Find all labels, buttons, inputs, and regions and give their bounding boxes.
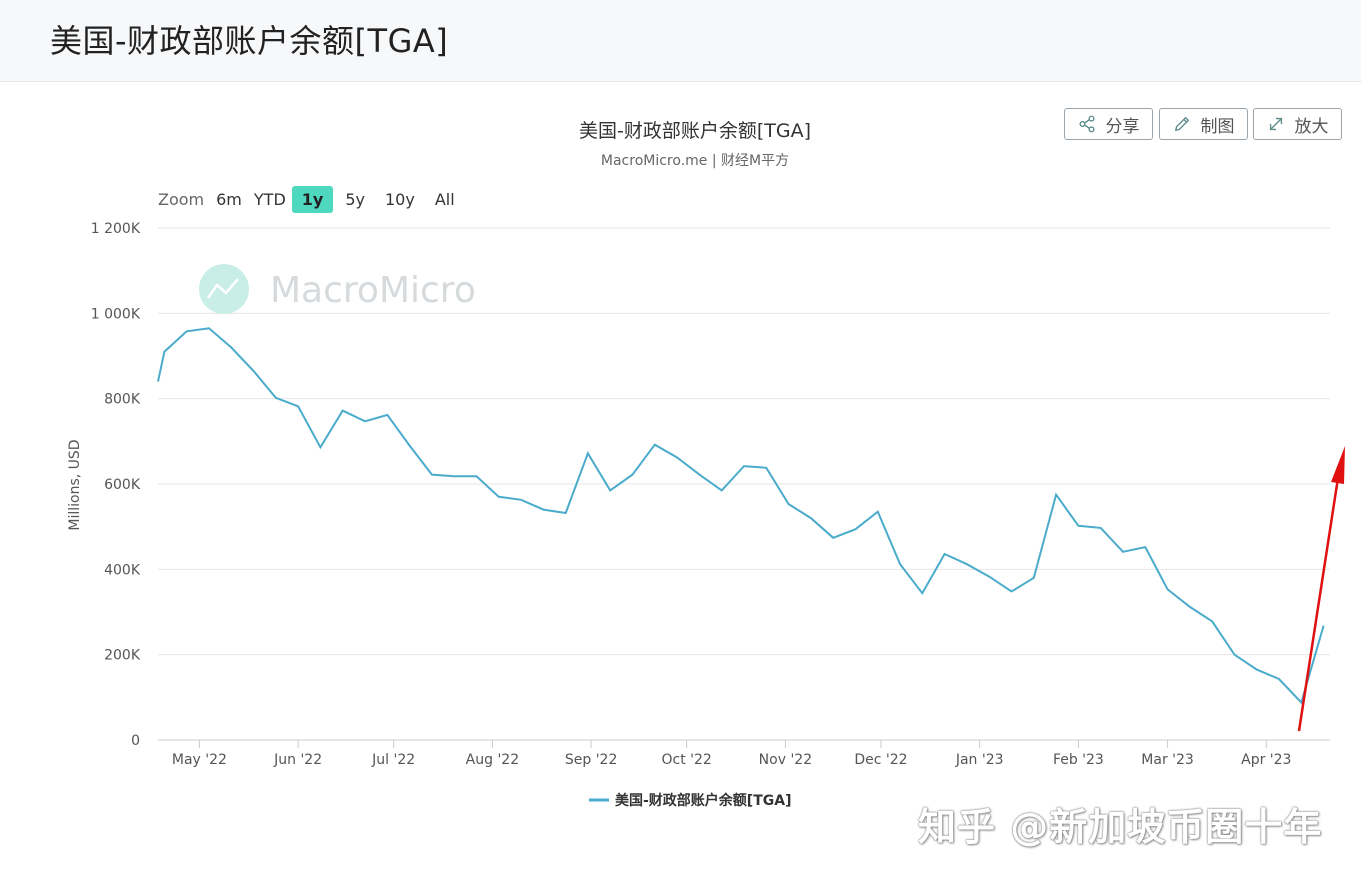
y-tick-label: 1 000K: [91, 306, 141, 322]
series-points: [158, 328, 1324, 702]
x-tick-label: Aug '22: [466, 752, 519, 768]
macromicro-watermark: MacroMicro: [199, 264, 476, 314]
y-tick-label: 400K: [104, 562, 141, 578]
arrow-shaft: [1297, 477, 1340, 732]
y-tick-label: 200K: [104, 648, 141, 664]
x-tick-label: Mar '23: [1141, 752, 1194, 768]
x-tick-label: Dec '22: [854, 752, 907, 768]
x-tick-label: May '22: [172, 752, 227, 768]
arrow-head-icon: [1331, 446, 1345, 484]
y-tick-label: 800K: [104, 392, 141, 408]
x-axis-ticks: May '22 Jun '22 Jul '22 Aug '22 Sep '22 Oct '…: [172, 740, 1291, 768]
x-tick-label: Oct '22: [662, 752, 712, 768]
y-axis-label: Millions, USD: [67, 439, 83, 530]
x-tick-label: Apr '23: [1241, 752, 1291, 768]
y-tick-label: 0: [131, 733, 140, 749]
x-tick-label: Nov '22: [759, 752, 812, 768]
y-tick-label: 600K: [104, 477, 141, 493]
macromicro-logo-icon: [199, 264, 249, 314]
x-tick-label: Sep '22: [565, 752, 618, 768]
y-axis-ticks: 0 200K 400K 600K 800K 1 000K 1 200K: [91, 221, 141, 749]
x-tick-label: Jun '22: [273, 752, 322, 768]
x-tick-label: Feb '23: [1053, 752, 1104, 768]
watermark-brand: MacroMicro: [270, 270, 476, 311]
y-tick-label: 1 200K: [91, 221, 141, 237]
zhihu-watermark: 知乎 @新加坡币圈十年: [918, 805, 1323, 849]
chart-canvas: 0 200K 400K 600K 800K 1 000K 1 200K May '22 Jun…: [67, 221, 1345, 809]
x-tick-label: Jan '23: [955, 752, 1004, 768]
red-arrow-annotation: [1297, 446, 1345, 732]
x-tick-label: Jul '22: [371, 752, 415, 768]
legend[interactable]: 美国-财政部账户余额[TGA]: [589, 792, 791, 809]
series-line: [157, 327, 1325, 705]
legend-item[interactable]: 美国-财政部账户余额[TGA]: [615, 792, 791, 809]
